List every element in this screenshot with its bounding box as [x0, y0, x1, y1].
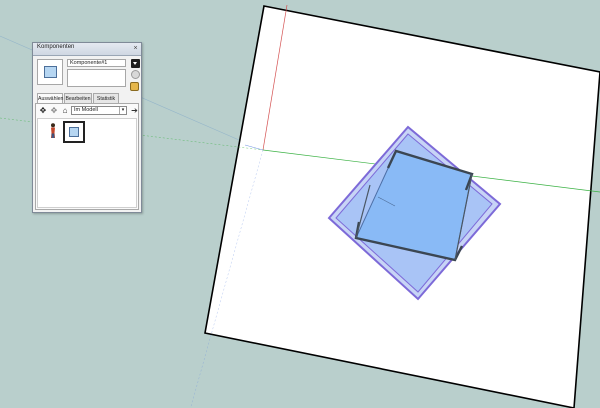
- component-name-field[interactable]: Komponente#1: [67, 59, 126, 67]
- component-thumbnail: [44, 66, 57, 78]
- tab-statistics[interactable]: Statistik: [93, 93, 119, 103]
- sphere-icon[interactable]: [131, 70, 140, 79]
- back-arrow-icon[interactable]: ✥: [39, 107, 47, 115]
- tab-edit[interactable]: Bearbeiten: [64, 93, 92, 103]
- component-description-field[interactable]: [67, 69, 126, 87]
- collection-select[interactable]: Im Modell ▾: [71, 106, 127, 115]
- chevron-down-icon[interactable]: ▾: [119, 107, 126, 114]
- component-preview: [37, 59, 63, 85]
- component-list[interactable]: [37, 118, 137, 208]
- details-arrow-icon[interactable]: [131, 59, 140, 68]
- person-icon[interactable]: [44, 122, 62, 140]
- list-item-component[interactable]: [63, 121, 85, 143]
- collection-select-value: Im Modell: [74, 107, 98, 113]
- forward-arrow-icon[interactable]: ✥: [50, 107, 58, 115]
- details-menu-icon[interactable]: ➔: [130, 106, 139, 115]
- paint-bucket-icon[interactable]: [130, 82, 139, 91]
- components-window[interactable]: Komponenten × Komponente#1 Auswählen Bea…: [32, 42, 142, 213]
- component-icon: [69, 127, 79, 137]
- window-title: Komponenten: [37, 44, 75, 50]
- window-titlebar[interactable]: Komponenten ×: [33, 43, 141, 56]
- home-icon[interactable]: ⌂: [61, 107, 69, 115]
- close-icon[interactable]: ×: [132, 45, 139, 52]
